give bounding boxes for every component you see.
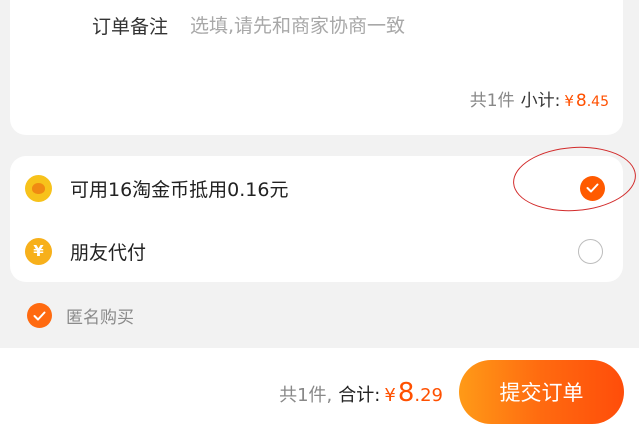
subtotal-count: 共1件 [469, 91, 515, 111]
subtotal-row: 共1件 小计: ¥ 8 .45 [470, 86, 609, 111]
subtotal-label: 小计: [520, 91, 561, 111]
coin-discount-label: 可用16淘金币抵用0.16元 [70, 178, 289, 201]
total-summary: 共1件, 合计: ¥ 8 .29 [279, 378, 443, 408]
order-note-label: 订单备注 [92, 16, 169, 38]
coin-discount-checkbox[interactable] [580, 175, 605, 201]
total-amount-dec: .29 [414, 385, 443, 406]
submit-order-button[interactable]: 提交订单 [459, 360, 624, 424]
check-icon [586, 183, 599, 193]
order-note-row: 订单备注 [92, 12, 521, 39]
total-label: 合计: [338, 385, 381, 406]
anonymous-checkbox[interactable] [27, 303, 52, 328]
order-summary-card: 订单备注 共1件 小计: ¥ 8 .45 [10, 0, 623, 135]
anonymous-purchase-row[interactable]: 匿名购买 [27, 303, 134, 328]
total-currency: ¥ [384, 385, 396, 406]
coin-discount-row[interactable]: 可用16淘金币抵用0.16元 [10, 160, 623, 216]
friend-pay-label: 朋友代付 [70, 241, 147, 264]
checkout-bar: 共1件, 合计: ¥ 8 .29 提交订单 [0, 348, 639, 432]
check-icon [33, 311, 46, 320]
friend-pay-row[interactable]: ¥ 朋友代付 [10, 223, 623, 279]
friend-pay-radio[interactable] [578, 238, 603, 264]
subtotal-amount-int: 8 [575, 91, 587, 111]
gold-coin-icon [25, 174, 52, 202]
payment-options-card: 可用16淘金币抵用0.16元 ¥ 朋友代付 [10, 156, 623, 282]
yen-coin-icon: ¥ [25, 237, 52, 265]
subtotal-currency: ¥ [564, 92, 574, 110]
order-note-input[interactable] [190, 14, 521, 37]
total-amount-int: 8 [397, 378, 415, 408]
subtotal-amount-dec: .45 [586, 94, 609, 110]
anonymous-label: 匿名购买 [66, 308, 134, 328]
total-count: 共1件, [279, 385, 333, 406]
